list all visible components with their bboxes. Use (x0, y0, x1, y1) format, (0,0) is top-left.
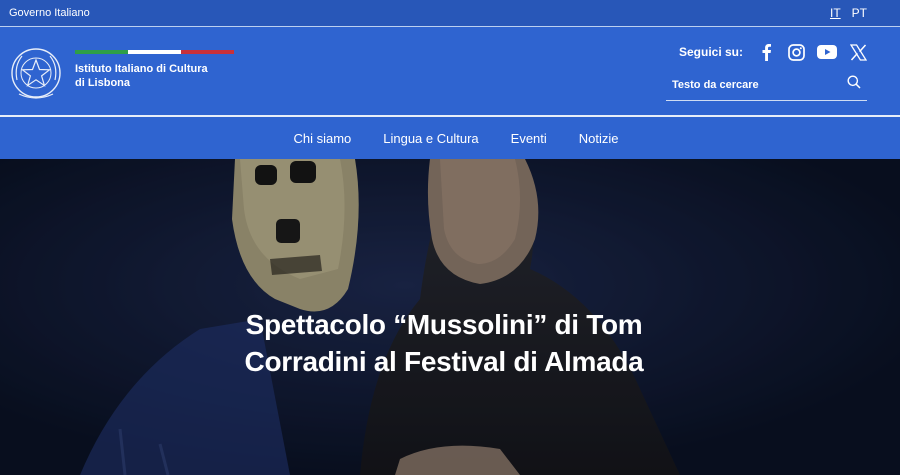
lang-pt[interactable]: PT (852, 6, 867, 20)
top-bar: Governo Italiano IT PT (0, 0, 900, 27)
governo-italiano-link[interactable]: Governo Italiano (9, 7, 90, 19)
tricolor-bar (75, 50, 234, 54)
social-label: Seguici su: (678, 45, 743, 59)
hero-title[interactable]: Spettacolo “Mussolini” di Tom Corradini … (0, 306, 900, 380)
nav-chi-siamo[interactable]: Chi siamo (293, 131, 351, 146)
search-icon[interactable] (847, 75, 861, 94)
tricolor-red (181, 50, 234, 54)
tricolor-green (75, 50, 128, 54)
nav-eventi[interactable]: Eventi (511, 131, 547, 146)
facebook-icon[interactable] (757, 43, 775, 61)
main-nav: Chi siamo Lingua e Cultura Eventi Notizi… (0, 117, 900, 159)
x-icon[interactable] (849, 43, 867, 61)
social-links: Seguici su: (679, 43, 867, 61)
lang-it[interactable]: IT (830, 6, 841, 20)
site-header: Istituto Italiano di Cultura di Lisbona … (0, 27, 900, 117)
nav-lingua-e-cultura[interactable]: Lingua e Cultura (383, 131, 478, 146)
youtube-icon[interactable] (817, 43, 837, 61)
search-input[interactable] (672, 78, 832, 91)
institute-name: Istituto Italiano di Cultura di Lisbona (75, 63, 208, 89)
hero-banner[interactable]: Spettacolo “Mussolini” di Tom Corradini … (0, 159, 900, 475)
tricolor-white (128, 50, 181, 54)
instagram-icon[interactable] (787, 43, 805, 61)
emblem-icon (11, 48, 61, 99)
language-switcher: IT PT (830, 6, 867, 20)
nav-notizie[interactable]: Notizie (579, 131, 619, 146)
search-box (666, 73, 867, 101)
brand[interactable]: Istituto Italiano di Cultura di Lisbona (9, 27, 234, 115)
